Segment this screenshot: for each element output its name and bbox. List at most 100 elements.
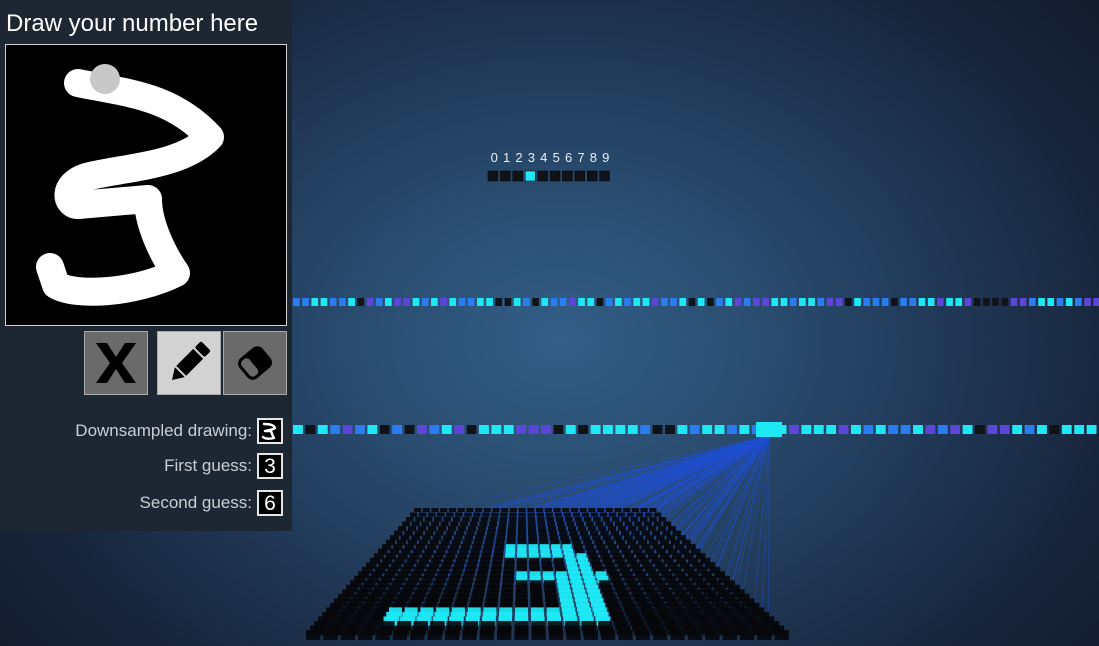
input-pixel	[448, 508, 457, 512]
hidden-neuron	[559, 298, 567, 306]
input-pixel	[567, 526, 577, 531]
input-pixel	[407, 526, 417, 531]
hidden-neuron	[651, 298, 659, 306]
input-pixel	[501, 508, 509, 512]
hidden-neuron	[689, 425, 700, 434]
hidden-neuron	[900, 298, 907, 306]
hidden-neuron	[541, 425, 551, 434]
input-pixel	[635, 630, 651, 640]
input-pixel	[637, 526, 647, 531]
hidden-neuron	[835, 298, 843, 306]
hidden-neuron	[999, 425, 1010, 434]
input-pixel	[507, 526, 517, 531]
input-pixel	[496, 630, 512, 640]
input-pixel	[662, 530, 671, 536]
network-visualization[interactable]	[0, 0, 1099, 646]
hidden-neuron	[578, 298, 585, 306]
input-pixel	[626, 512, 635, 517]
input-pixel	[641, 530, 651, 536]
hidden-neuron	[615, 425, 626, 434]
input-pixel	[579, 508, 587, 512]
input-pixel	[497, 530, 506, 536]
input-pixel	[565, 517, 573, 522]
hidden-neuron	[891, 298, 898, 306]
hidden-neuron	[739, 425, 750, 434]
hidden-neuron	[937, 298, 944, 306]
input-pixel	[614, 508, 622, 512]
input-pixel	[414, 530, 424, 536]
input-pixel	[649, 508, 657, 512]
input-pixel	[527, 517, 536, 522]
input-pixel	[421, 521, 430, 527]
hidden-neuron	[569, 298, 576, 306]
output-digit-label: 2	[515, 150, 523, 165]
input-pixel	[476, 530, 485, 536]
hidden-neuron	[431, 298, 438, 306]
input-pixel	[739, 630, 755, 640]
input-pixel	[589, 530, 599, 536]
input-pixel	[610, 530, 620, 536]
input-pixel	[620, 530, 630, 536]
input-pixel	[471, 517, 480, 522]
input-pixel	[406, 517, 414, 522]
input-pixel	[536, 517, 545, 522]
input-pixel	[404, 530, 413, 536]
input-pixel	[566, 630, 581, 640]
hidden-neuron	[888, 425, 899, 434]
input-pixel	[757, 630, 772, 640]
input-pixel	[457, 508, 465, 512]
input-pixel	[527, 526, 537, 531]
connection-line	[768, 435, 770, 615]
input-pixel	[440, 508, 448, 512]
input-pixel	[422, 508, 430, 512]
input-pixel	[531, 630, 546, 640]
input-pixel	[358, 630, 373, 640]
input-pixel	[392, 630, 408, 640]
hidden-neuron	[596, 298, 604, 306]
input-pixel	[618, 630, 633, 640]
hidden-neuron	[716, 298, 723, 306]
hidden-neuron	[513, 298, 521, 306]
hidden-neuron	[523, 298, 530, 306]
hidden-neuron	[1061, 425, 1072, 434]
input-pixel	[611, 517, 620, 522]
input-pixel	[445, 530, 455, 536]
hidden-neuron	[955, 298, 963, 306]
input-pixel	[437, 526, 447, 531]
hidden-neuron	[771, 298, 779, 306]
input-pixel	[415, 517, 424, 522]
input-pixel	[602, 517, 611, 522]
hidden-neuron	[881, 298, 889, 306]
hidden-neuron	[987, 425, 998, 434]
hidden-neuron	[330, 425, 341, 434]
input-pixel	[431, 521, 439, 527]
output-digit-label: 6	[564, 150, 573, 165]
input-pixel	[306, 630, 321, 640]
input-pixel	[639, 517, 648, 522]
input-pixel	[460, 521, 468, 527]
input-pixel	[672, 530, 681, 536]
hidden-neuron	[1019, 298, 1027, 306]
hidden-neuron	[1086, 425, 1097, 434]
input-pixel	[479, 521, 488, 527]
hidden-neuron	[516, 425, 527, 434]
input-pixel	[627, 526, 637, 531]
hidden-neuron	[1010, 298, 1018, 306]
hidden-neuron	[317, 425, 328, 434]
hidden-neuron	[293, 298, 300, 306]
input-pixel	[608, 512, 617, 517]
input-pixel	[514, 630, 529, 640]
input-pixel	[581, 512, 590, 517]
input-pixel	[428, 512, 436, 517]
hidden-neuron	[1024, 425, 1035, 434]
hidden-neuron	[532, 298, 539, 306]
input-pixel	[653, 630, 668, 640]
input-pixel	[518, 508, 526, 512]
hidden-neuron	[1074, 425, 1085, 434]
input-pixel	[544, 508, 552, 512]
input-pixel	[497, 526, 507, 531]
input-pixel	[546, 517, 554, 522]
input-pixel	[394, 530, 403, 536]
hidden-neuron	[652, 425, 663, 434]
input-pixel	[579, 530, 589, 536]
